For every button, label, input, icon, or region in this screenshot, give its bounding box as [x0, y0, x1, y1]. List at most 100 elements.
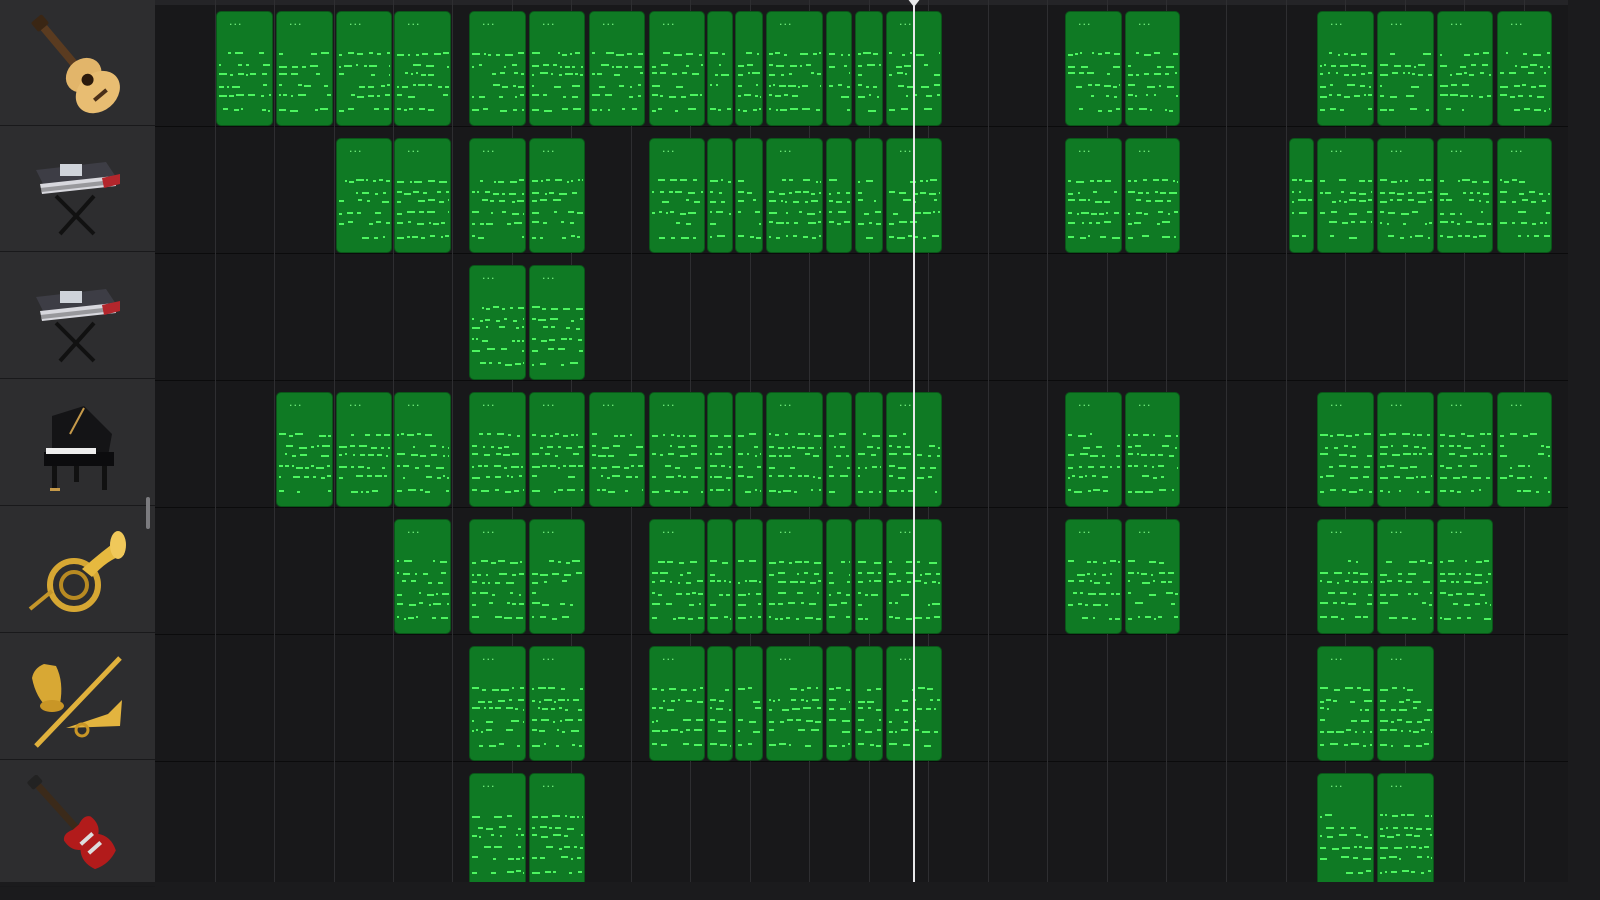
midi-region[interactable]: ... — [649, 646, 705, 761]
midi-region[interactable] — [707, 646, 733, 761]
midi-region[interactable]: ... — [394, 11, 451, 126]
midi-region[interactable]: ... — [1317, 519, 1374, 634]
midi-region[interactable] — [855, 11, 883, 126]
midi-region[interactable]: ... — [1317, 646, 1374, 761]
midi-note — [1078, 192, 1080, 194]
track-header-synth-keyboard[interactable] — [0, 126, 155, 252]
midi-region[interactable]: ... — [276, 11, 333, 126]
midi-region[interactable]: ... — [529, 265, 585, 380]
midi-region[interactable]: ... — [529, 138, 585, 253]
midi-region[interactable]: ... — [1437, 392, 1493, 507]
midi-region[interactable] — [826, 392, 852, 507]
track-header-synth-keyboard-2[interactable] — [0, 253, 155, 379]
midi-region[interactable]: ... — [216, 11, 273, 126]
midi-region[interactable] — [826, 519, 852, 634]
midi-region[interactable]: ... — [469, 138, 526, 253]
midi-region[interactable] — [826, 11, 852, 126]
track-header-electric-guitar[interactable] — [0, 761, 155, 887]
midi-region[interactable]: ... — [469, 392, 526, 507]
midi-region[interactable]: ... — [589, 392, 645, 507]
midi-region[interactable]: ... — [766, 646, 823, 761]
midi-region[interactable] — [707, 138, 733, 253]
midi-region[interactable]: ... — [1125, 519, 1180, 634]
midi-region[interactable]: ... — [1377, 11, 1434, 126]
midi-region[interactable]: ... — [1065, 11, 1122, 126]
midi-region[interactable]: ... — [1065, 138, 1122, 253]
track-header-grand-piano[interactable] — [0, 380, 155, 506]
midi-region[interactable] — [855, 392, 883, 507]
midi-region[interactable]: ... — [1125, 392, 1180, 507]
midi-region[interactable] — [826, 138, 852, 253]
midi-region[interactable] — [735, 519, 763, 634]
midi-region[interactable]: ... — [649, 392, 705, 507]
midi-region[interactable]: ... — [394, 519, 451, 634]
midi-region[interactable] — [735, 138, 763, 253]
midi-region[interactable]: ... — [766, 11, 823, 126]
midi-region[interactable] — [855, 646, 883, 761]
midi-region[interactable]: ... — [529, 392, 585, 507]
playhead[interactable] — [913, 0, 915, 882]
midi-region[interactable]: ... — [529, 646, 585, 761]
midi-region[interactable]: ... — [394, 138, 451, 253]
midi-region[interactable]: ... — [1317, 138, 1374, 253]
midi-note — [496, 320, 500, 322]
midi-region[interactable]: ... — [1437, 519, 1493, 634]
midi-region[interactable]: ... — [1125, 138, 1180, 253]
midi-region[interactable] — [826, 646, 852, 761]
track-header-brass[interactable] — [0, 634, 155, 760]
midi-region[interactable] — [855, 519, 883, 634]
midi-region[interactable]: ... — [469, 519, 526, 634]
track-list-scrollbar[interactable] — [146, 497, 150, 529]
midi-region[interactable]: ... — [1377, 773, 1434, 882]
midi-region[interactable]: ... — [1497, 138, 1552, 253]
midi-region[interactable]: ... — [1377, 392, 1434, 507]
midi-region[interactable]: ... — [1377, 138, 1434, 253]
midi-region[interactable]: ... — [1065, 392, 1122, 507]
track-header-french-horn[interactable] — [0, 507, 155, 633]
midi-region[interactable]: ... — [469, 646, 526, 761]
midi-region[interactable]: ... — [394, 392, 451, 507]
midi-region[interactable]: ... — [529, 11, 585, 126]
midi-region[interactable]: ... — [469, 11, 526, 126]
midi-region[interactable]: ... — [336, 11, 392, 126]
midi-region[interactable]: ... — [1317, 11, 1374, 126]
midi-region[interactable] — [735, 11, 763, 126]
midi-region[interactable]: ... — [1065, 519, 1122, 634]
midi-region[interactable] — [707, 519, 733, 634]
midi-region[interactable]: ... — [766, 138, 823, 253]
midi-note — [384, 475, 387, 477]
midi-region[interactable]: ... — [1317, 773, 1374, 882]
midi-region[interactable] — [855, 138, 883, 253]
midi-region[interactable]: ... — [336, 138, 392, 253]
midi-region[interactable]: ... — [336, 392, 392, 507]
midi-region[interactable]: ... — [649, 519, 705, 634]
midi-region[interactable]: ... — [649, 11, 705, 126]
midi-region[interactable]: ... — [469, 265, 526, 380]
midi-region[interactable]: ... — [766, 392, 823, 507]
midi-note — [841, 54, 843, 56]
midi-region[interactable]: ... — [1317, 392, 1374, 507]
track-header-acoustic-guitar[interactable] — [0, 0, 155, 126]
midi-region[interactable]: ... — [1437, 11, 1493, 126]
midi-region[interactable]: ... — [1125, 11, 1180, 126]
midi-region[interactable] — [735, 392, 763, 507]
midi-region[interactable] — [1289, 138, 1314, 253]
midi-region[interactable] — [707, 392, 733, 507]
midi-note — [924, 582, 927, 584]
midi-region[interactable]: ... — [529, 519, 585, 634]
midi-region[interactable]: ... — [529, 773, 585, 882]
midi-region[interactable]: ... — [766, 519, 823, 634]
midi-region[interactable]: ... — [469, 773, 526, 882]
midi-region[interactable]: ... — [1377, 519, 1434, 634]
midi-region[interactable]: ... — [589, 11, 645, 126]
midi-region[interactable]: ... — [276, 392, 333, 507]
midi-region[interactable]: ... — [649, 138, 705, 253]
midi-region[interactable]: ... — [1497, 11, 1552, 126]
midi-region[interactable] — [735, 646, 763, 761]
midi-region[interactable]: ... — [1497, 392, 1552, 507]
timeline-grid[interactable]: ........................................… — [155, 0, 1568, 882]
midi-region[interactable]: ... — [1437, 138, 1493, 253]
midi-region[interactable]: ... — [1377, 646, 1434, 761]
midi-region[interactable] — [707, 11, 733, 126]
track-lane-synth-keyboard[interactable] — [155, 254, 1568, 381]
